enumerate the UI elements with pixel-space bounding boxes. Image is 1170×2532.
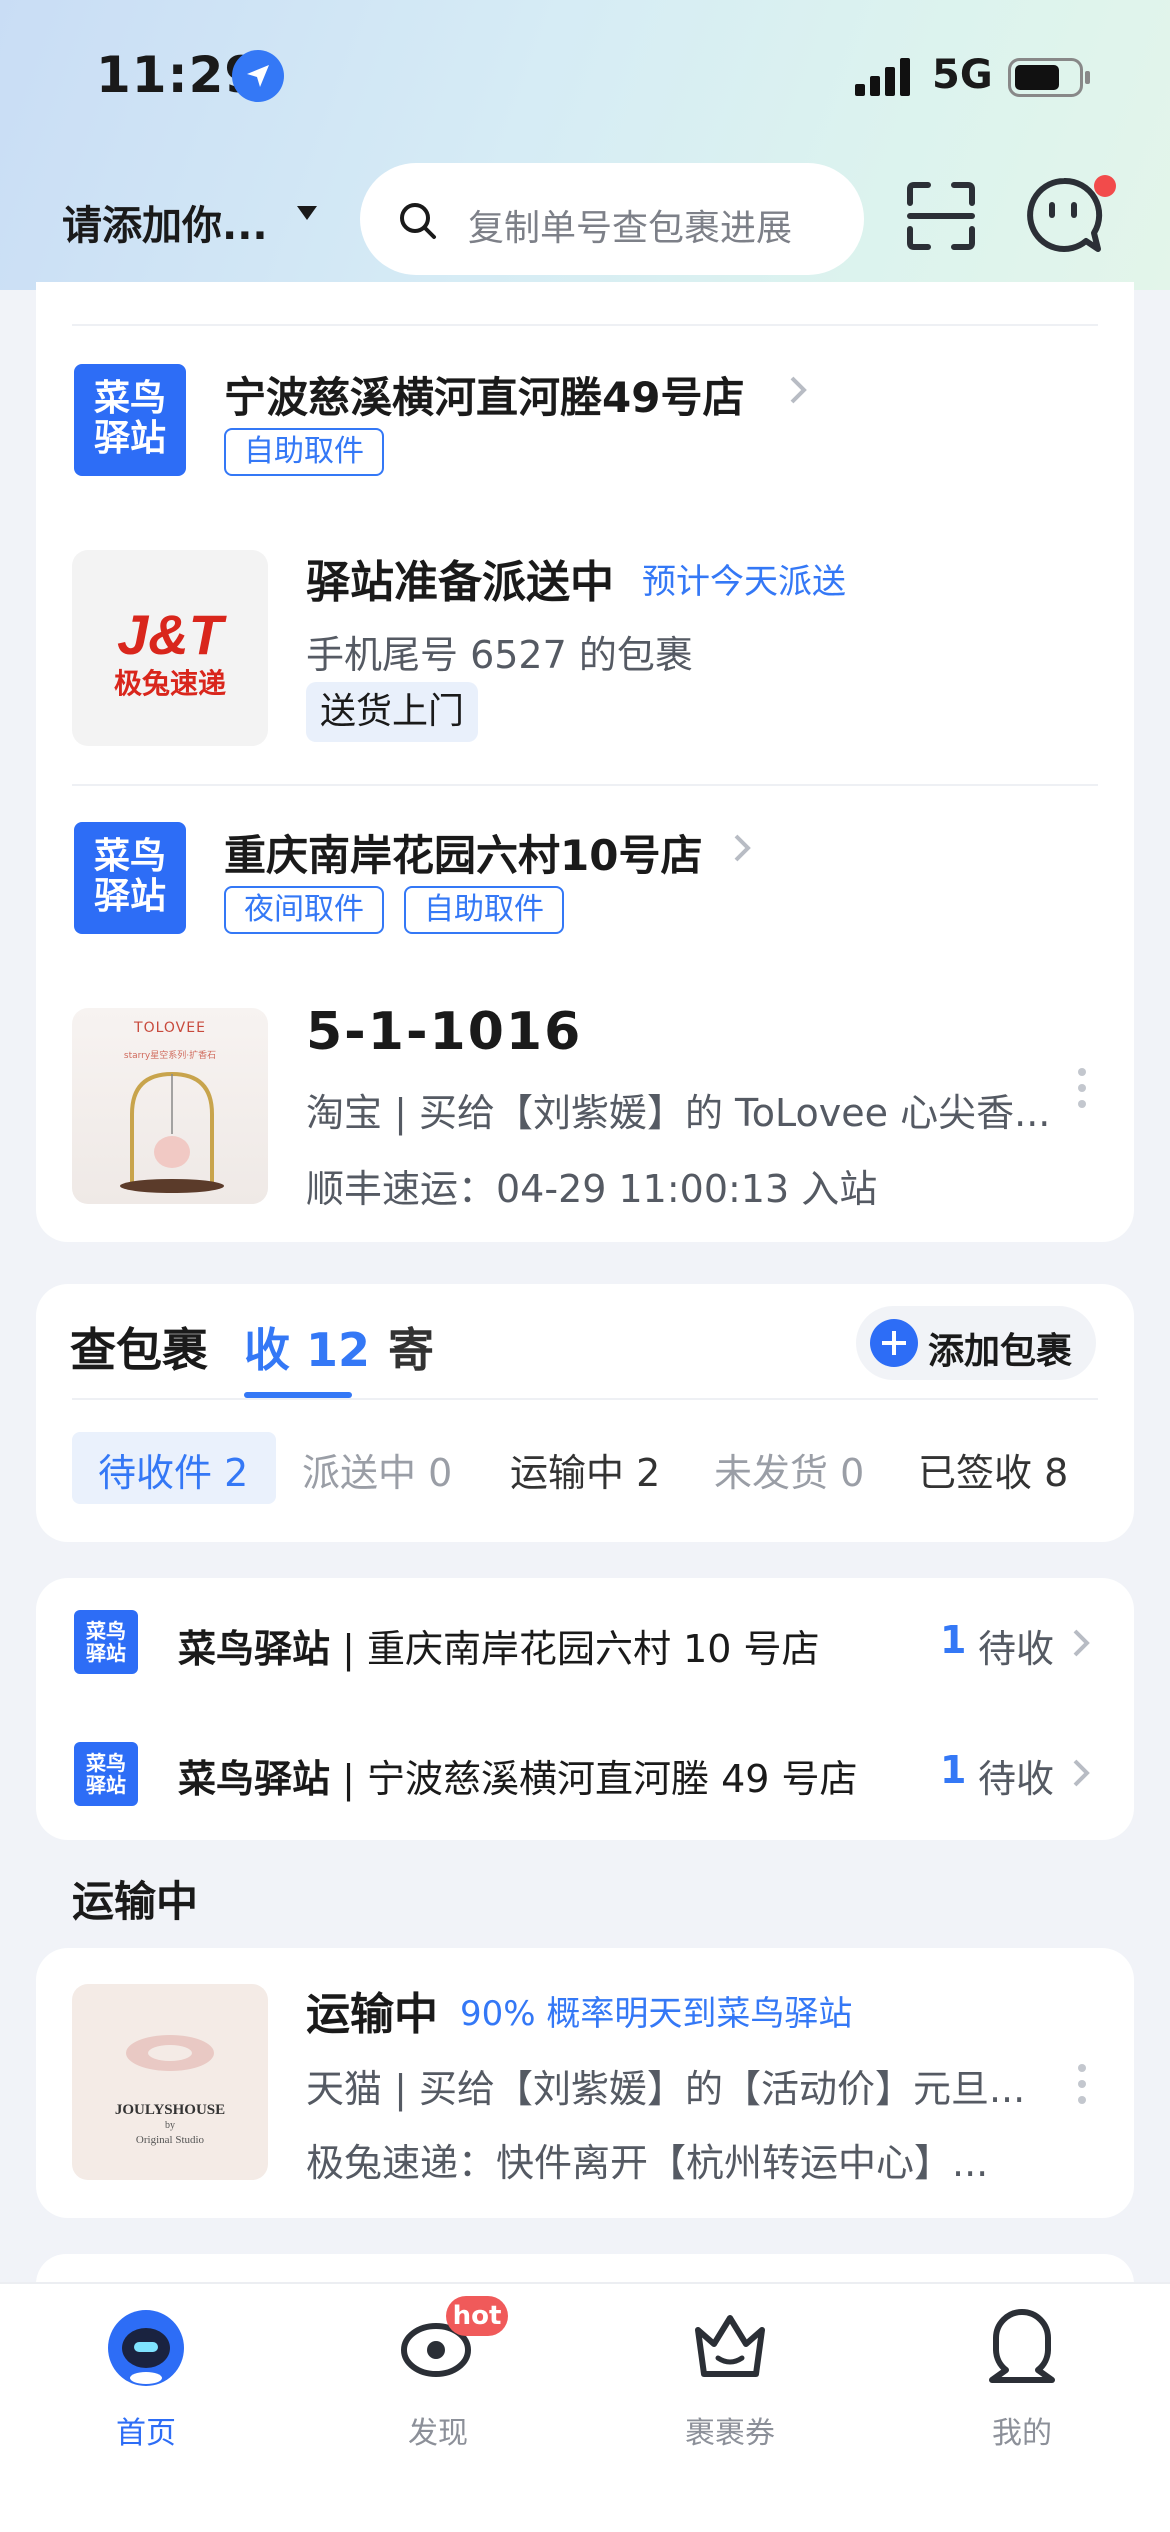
pending-label: 待收	[978, 1627, 1055, 1671]
package-tabs-card: 查包裹 收 12 寄 添加包裹 待收件 2 派送中 0 运输中 2 未发货 0 …	[36, 1284, 1134, 1542]
package-status-title: 运输中	[306, 1989, 438, 2040]
divider	[72, 1398, 1098, 1400]
package-status-title: 驿站准备派送中	[306, 557, 614, 608]
product-illustration	[120, 1071, 224, 1193]
tab-receive[interactable]: 收 12	[244, 1314, 370, 1380]
nav-discover[interactable]: 发现	[292, 2284, 584, 2454]
section-title-in-transit: 运输中	[72, 1877, 199, 1926]
pending-count: 1	[940, 1618, 967, 1662]
home-mascot-icon	[108, 2310, 184, 2386]
in-transit-card[interactable]: JOULYSHOUSE by Original Studio 运输中 90% 概…	[36, 1948, 1134, 2218]
tag-self-pickup: 自助取件	[224, 428, 384, 476]
cainiao-station-logo: 菜鸟 驿站	[74, 364, 186, 476]
nav-coupons[interactable]: 裹裹券	[584, 2284, 876, 2454]
chevron-right-icon[interactable]	[788, 374, 808, 406]
crown-coupon-icon	[695, 2315, 765, 2377]
nav-home[interactable]: 首页	[0, 2284, 292, 2454]
status-bar: 11:29 5G	[0, 0, 1170, 150]
cainiao-station-logo: 菜鸟 驿站	[74, 822, 186, 934]
divider	[72, 324, 1098, 326]
more-options-icon[interactable]	[1078, 1068, 1088, 1116]
search-bar[interactable]: 复制单号查包裹进展	[360, 163, 864, 275]
service-tag: 送货上门	[306, 682, 479, 742]
chevron-right-icon[interactable]	[732, 832, 752, 864]
battery-icon	[1008, 58, 1090, 97]
caret-down-icon[interactable]	[296, 205, 318, 221]
tab-send[interactable]: 寄	[388, 1314, 434, 1380]
package-desc: 手机尾号 6527 的包裹	[306, 633, 693, 677]
add-package-button[interactable]: 添加包裹	[856, 1306, 1096, 1380]
scan-icon[interactable]	[906, 181, 976, 251]
package-query-title: 查包裹	[70, 1323, 208, 1377]
network-type: 5G	[932, 52, 993, 98]
package-eta: 预计今天派送	[642, 562, 846, 602]
more-options-icon[interactable]	[1078, 2064, 1088, 2112]
station-row[interactable]: 菜鸟 驿站 菜鸟驿站 | 宁波慈溪横河直河塍 49 号店 1 待收	[36, 1708, 1134, 1838]
cainiao-station-logo: 菜鸟 驿站	[74, 1742, 138, 1806]
unread-dot	[1094, 175, 1116, 197]
tag-self-pickup: 自助取件	[404, 886, 564, 934]
nav-profile[interactable]: 我的	[876, 2284, 1168, 2454]
station-summary-text: 菜鸟驿站 | 宁波慈溪横河直河塍 49 号店	[178, 1757, 858, 1801]
chevron-right-icon	[1073, 1759, 1090, 1787]
address-selector[interactable]: 请添加你...	[62, 193, 268, 251]
pickup-card: 菜鸟 驿站 宁波慈溪横河直河塍49号店 自助取件 J&T 极兔速递 驿站准备派送…	[36, 282, 1134, 1242]
sub-tab-delivering[interactable]: 派送中 0	[302, 1442, 452, 1497]
search-icon	[400, 203, 436, 239]
station-name[interactable]: 重庆南岸花园六村10号店	[224, 822, 702, 883]
location-arrow-icon	[232, 50, 284, 102]
cainiao-station-logo: 菜鸟 驿站	[74, 1610, 138, 1674]
stations-summary-card: 菜鸟 驿站 菜鸟驿站 | 重庆南岸花园六村 10 号店 1 待收 菜鸟 驿站 菜鸟驿…	[36, 1578, 1134, 1840]
sub-tab-not-shipped[interactable]: 未发货 0	[714, 1442, 864, 1497]
top-header: 请添加你... 复制单号查包裹进展	[0, 155, 1170, 285]
sub-tab-pending-pickup[interactable]: 待收件 2	[98, 1442, 248, 1497]
product-illustration	[126, 2035, 214, 2071]
delivery-prediction: 90% 概率明天到菜鸟驿站	[460, 1994, 853, 2034]
plus-icon	[870, 1319, 918, 1367]
pending-label: 待收	[978, 1757, 1055, 1801]
sub-tab-signed[interactable]: 已签收 8	[918, 1442, 1068, 1497]
jt-express-logo: J&T 极兔速递	[72, 550, 268, 746]
profile-icon	[989, 2309, 1055, 2383]
product-thumbnail: TOLOVEE starry星空系列·扩香石	[72, 1008, 268, 1204]
search-placeholder: 复制单号查包裹进展	[468, 208, 793, 249]
cellular-signal-icon	[855, 58, 910, 96]
station-summary-text: 菜鸟驿站 | 重庆南岸花园六村 10 号店	[178, 1627, 820, 1671]
station-name[interactable]: 宁波慈溪横河直河塍49号店	[224, 364, 744, 425]
tag-night-pickup: 夜间取件	[224, 886, 384, 934]
product-thumbnail: JOULYSHOUSE by Original Studio	[72, 1984, 268, 2180]
divider	[72, 784, 1098, 786]
message-icon[interactable]	[1024, 175, 1104, 255]
chevron-right-icon	[1073, 1629, 1090, 1657]
package-status-line: 顺丰速运：04-29 11:00:13 入站	[306, 1167, 878, 1211]
station-row[interactable]: 菜鸟 驿站 菜鸟驿站 | 重庆南岸花园六村 10 号店 1 待收	[36, 1578, 1134, 1708]
pending-count: 1	[940, 1748, 967, 1792]
package-desc: 淘宝 | 买给【刘紫媛】的 ToLovee 心尖香...	[306, 1091, 1051, 1135]
package-desc: 天猫 | 买给【刘紫媛】的【活动价】元旦...	[306, 2067, 1026, 2111]
package-status-line: 极兔速递：快件离开【杭州转运中心】...	[306, 2141, 989, 2185]
hot-badge: hot	[446, 2296, 508, 2336]
bottom-navigation: 首页 发现 裹裹券 我的	[0, 2282, 1170, 2532]
sub-tab-in-transit[interactable]: 运输中 2	[510, 1442, 660, 1497]
pickup-code: 5-1-1016	[306, 1002, 583, 1062]
